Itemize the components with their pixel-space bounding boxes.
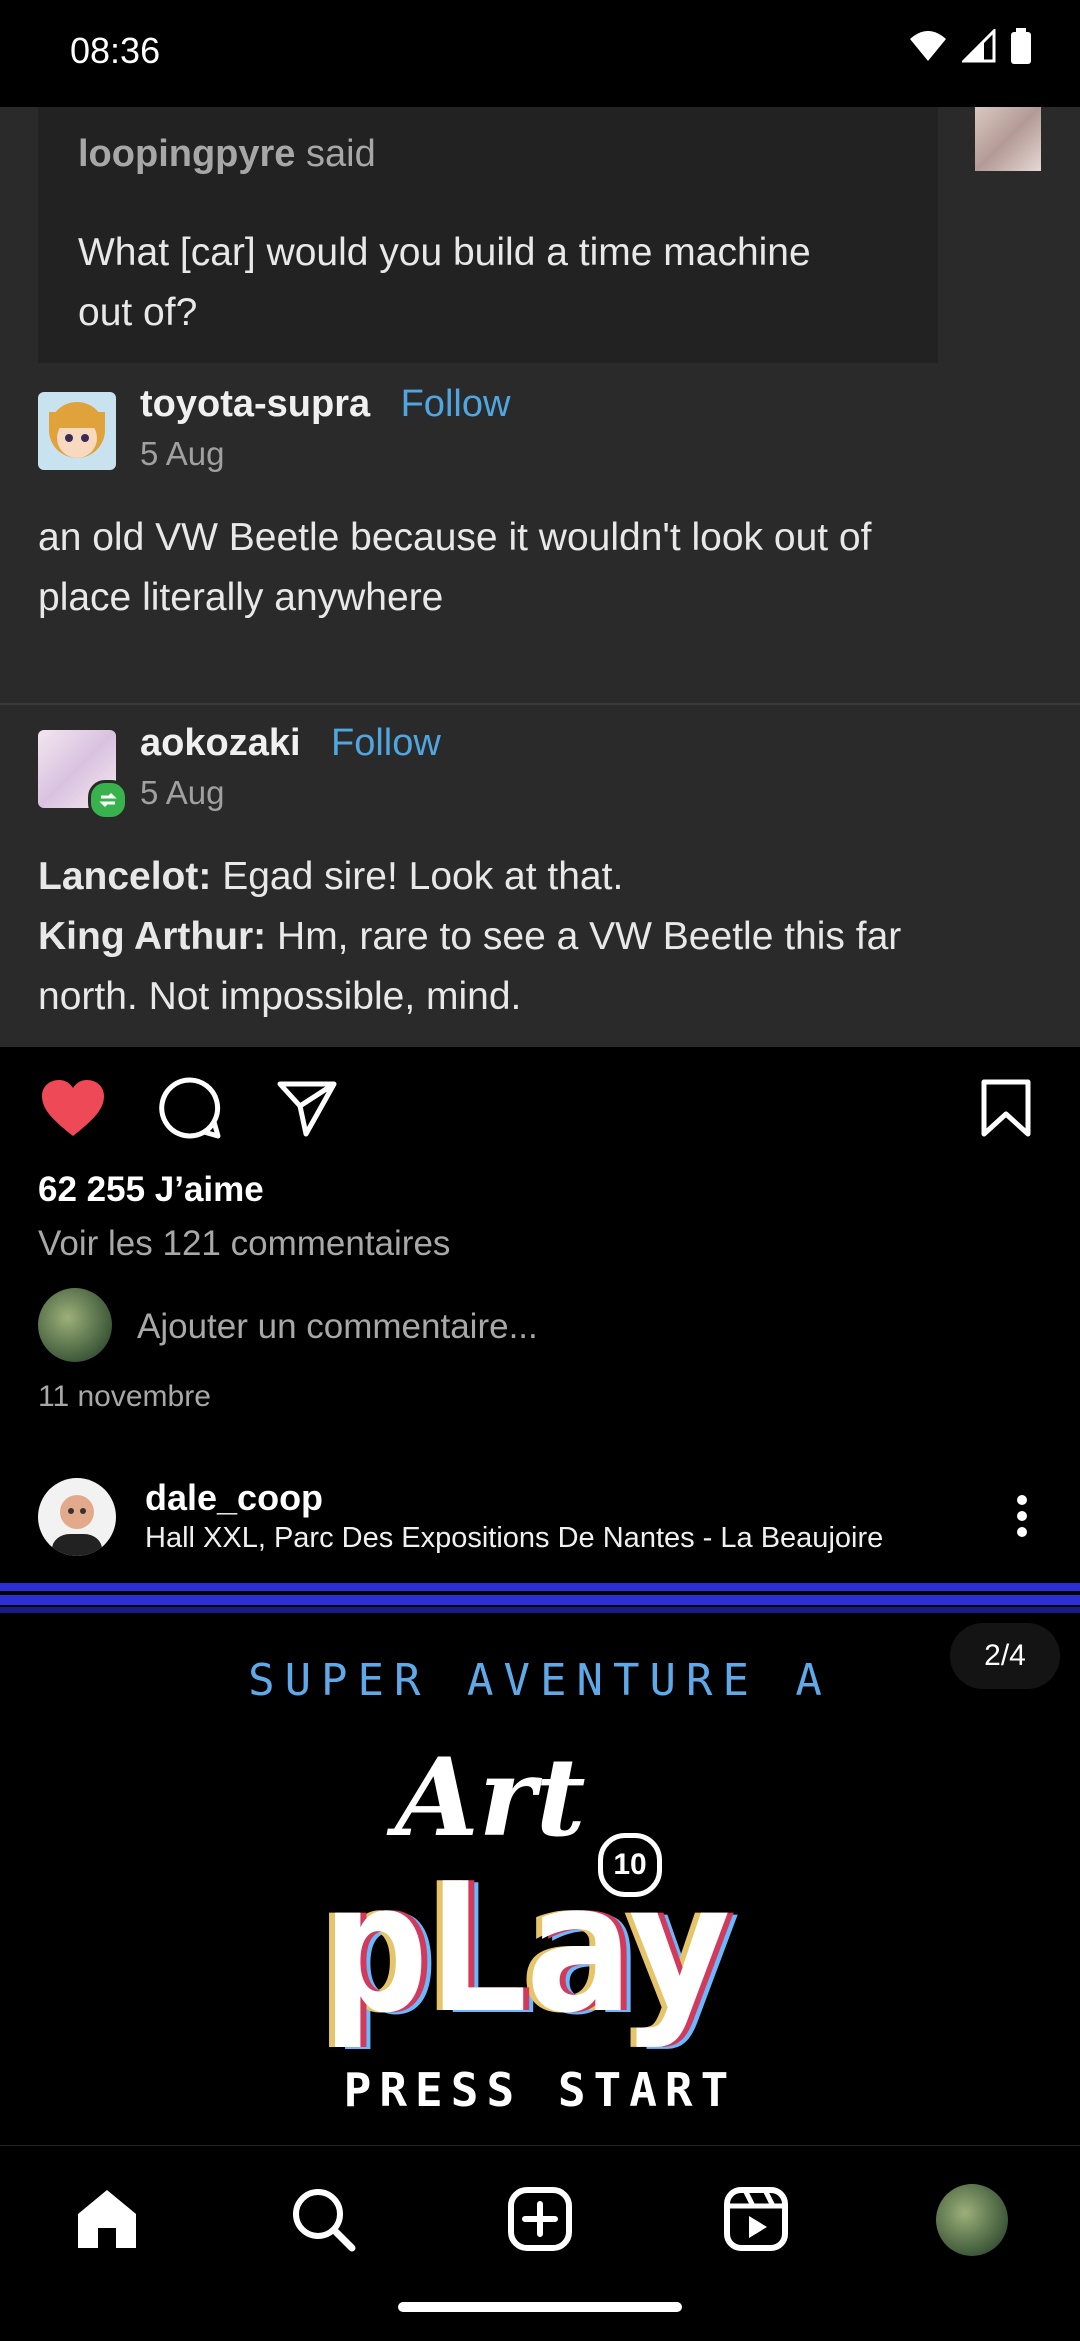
post2-username[interactable]: aokozaki (140, 722, 301, 764)
quote-author: loopingpyre (78, 133, 296, 175)
post1-date: 5 Aug (140, 435, 225, 472)
post2-text: Lancelot: Egad sire! Look at that. King … (38, 847, 1048, 1027)
comment-icon[interactable] (158, 1076, 222, 1140)
stripe (0, 1595, 1080, 1605)
post1-header: toyota-supra Follow (140, 383, 510, 426)
quote-line: What [car] would you build a time machin… (78, 231, 811, 274)
follow-button[interactable]: Follow (401, 383, 511, 425)
create-post-icon[interactable] (505, 2184, 575, 2254)
game-title-top: SUPER AVENTURE A (248, 1655, 832, 1706)
quote-header: loopingpyre said (78, 133, 376, 176)
post2-header: aokozaki Follow (140, 722, 441, 765)
bookmark-save-icon[interactable] (980, 1078, 1032, 1138)
quote-question: What [car] would you build a time machin… (78, 223, 938, 343)
home-icon[interactable] (72, 2184, 142, 2254)
reels-icon[interactable] (721, 2184, 791, 2254)
divider (0, 703, 1080, 705)
avatar[interactable] (38, 1478, 116, 1556)
post2-line: Lancelot: Egad sire! Look at that. (38, 855, 624, 898)
press-start-text: PRESS START (343, 2063, 737, 2117)
battery-icon (1011, 28, 1031, 64)
asker-avatar (975, 107, 1041, 171)
follow-button[interactable]: Follow (331, 722, 441, 764)
game-logo-word1: Art (395, 1735, 586, 1861)
status-time: 08:36 (70, 30, 161, 71)
person-avatar-icon (52, 1495, 102, 1556)
cell-signal-icon (962, 29, 996, 63)
stripe (0, 1583, 1080, 1591)
post2-line: King Arthur: Hm, rare to see a VW Beetle… (38, 915, 902, 958)
post1-line: place literally anywhere (38, 576, 444, 619)
status-bar: 08:36 (0, 0, 1080, 107)
own-avatar (38, 1288, 112, 1362)
like-count[interactable]: 62 255 J’aime (38, 1170, 264, 1210)
quote-line: out of? (78, 291, 198, 334)
share-send-icon[interactable] (276, 1078, 338, 1138)
speaker-label: Lancelot: (38, 855, 212, 898)
more-options-icon[interactable] (1010, 1492, 1034, 1540)
quote-said: said (306, 133, 376, 175)
view-comments-link[interactable]: Voir les 121 commentaires (38, 1224, 450, 1264)
anime-avatar-icon (49, 402, 105, 458)
profile-avatar[interactable] (936, 2184, 1008, 2256)
status-icons (908, 28, 1032, 64)
game-logo-word2: pLay (322, 1845, 733, 2052)
post-location[interactable]: Hall XXL, Parc Des Expositions De Nantes… (145, 1522, 883, 1555)
add-comment-input[interactable]: Ajouter un commentaire... (137, 1307, 538, 1347)
post-date: 11 novembre (38, 1380, 211, 1413)
search-icon[interactable] (288, 2184, 358, 2254)
post2-line: north. Not impossible, mind. (38, 975, 522, 1018)
stripe (0, 1607, 1080, 1613)
post-username[interactable]: dale_coop (145, 1477, 323, 1519)
reblog-badge-icon (88, 780, 128, 820)
post1-username[interactable]: toyota-supra (140, 383, 370, 425)
wifi-icon (910, 31, 946, 61)
like-heart-icon[interactable] (40, 1078, 106, 1138)
post2-date: 5 Aug (140, 774, 225, 811)
speaker-label: King Arthur: (38, 915, 267, 958)
post1-text: an old VW Beetle because it wouldn't loo… (38, 508, 1038, 628)
post1-line: an old VW Beetle because it wouldn't loo… (38, 516, 872, 559)
post-image[interactable]: 2/4 SUPER AVENTURE A Art 10 pLay PRESS S… (0, 1583, 1080, 2145)
home-indicator[interactable] (398, 2302, 682, 2312)
avatar (38, 392, 116, 470)
